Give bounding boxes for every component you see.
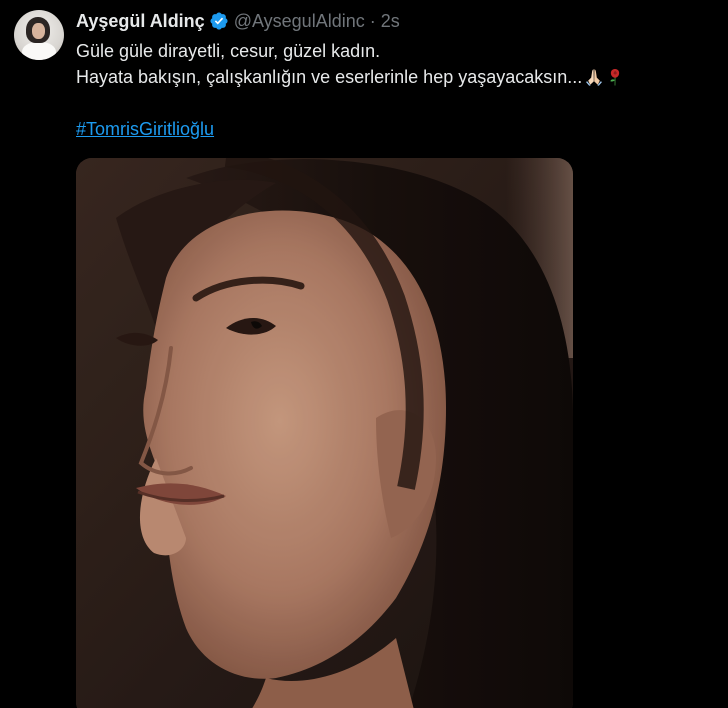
author-handle[interactable]: @AysegulAldinc: [234, 10, 365, 32]
tweet-text-line: Hayata bakışın, çalışkanlığın ve eserler…: [76, 64, 624, 90]
tweet: Ayşegül Aldinç @AysegulAldinc · 2s Güle …: [0, 0, 728, 708]
hashtag-link[interactable]: #TomrisGiritlioğlu: [76, 116, 214, 142]
rose-icon: [606, 67, 624, 86]
tweet-text-line-content: Hayata bakışın, çalışkanlığın ve eserler…: [76, 67, 583, 87]
folded-hands-icon: [585, 67, 603, 86]
separator-dot: ·: [369, 11, 376, 31]
tweet-header: Ayşegül Aldinç @AysegulAldinc · 2s: [76, 10, 400, 32]
tweet-text: Güle güle dirayetli, cesur, güzel kadın.…: [76, 38, 624, 90]
avatar-face: [32, 23, 45, 39]
author-display-name[interactable]: Ayşegül Aldinç: [76, 10, 205, 32]
verified-badge-icon[interactable]: [209, 11, 229, 31]
portrait-photo: [76, 158, 573, 708]
tweet-text-line: Güle güle dirayetli, cesur, güzel kadın.: [76, 41, 381, 61]
tweet-photo[interactable]: [76, 158, 573, 708]
avatar[interactable]: [14, 10, 64, 60]
avatar-body: [22, 42, 56, 60]
tweet-timestamp[interactable]: 2s: [381, 10, 400, 32]
